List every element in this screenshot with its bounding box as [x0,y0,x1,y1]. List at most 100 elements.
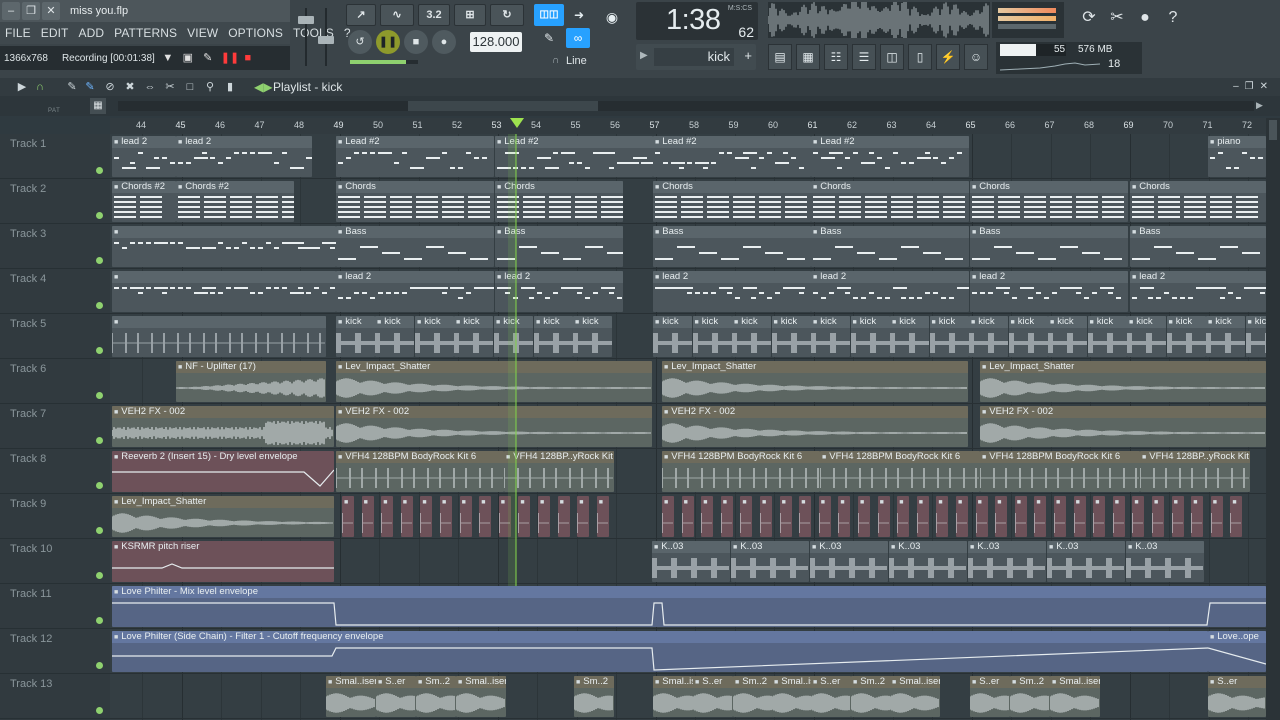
playlist-clip[interactable]: Bass [1130,226,1266,267]
undo-history-icon[interactable]: ⟳ [1076,4,1102,32]
track-header[interactable]: Track 2 [0,179,110,224]
window-controls[interactable]: –❐✕ [1233,78,1274,96]
microphone-icon[interactable]: ◉ [600,6,624,28]
track-header[interactable]: Track 8 [0,449,110,494]
playlist-clip[interactable] [440,496,452,537]
playlist-clip[interactable]: Smal..iser [456,676,506,717]
playlist-clip[interactable] [342,496,354,537]
playlist-clip[interactable] [1014,496,1027,537]
timeline-ruler[interactable]: 44 45 46 47 48 49 50 51 52 53 54 55 56 57 58 59 60 61 62 63… [110,118,1266,134]
playlist-clip[interactable] [1112,496,1125,537]
playlist-clip[interactable]: VEH2 FX - 002 [662,406,968,447]
zoom-tool-icon[interactable]: ⚲ [202,79,218,95]
track-mute-led[interactable] [96,707,103,714]
track-header[interactable]: Track 13 [0,674,110,719]
playlist-clip[interactable]: kick [336,316,375,357]
playlist-clip[interactable] [936,496,949,537]
track-mute-led[interactable] [96,347,103,354]
playlist-clip[interactable]: kick [1166,316,1206,357]
playlist-clip[interactable] [479,496,492,537]
slice-tool-icon[interactable]: ✂ [162,79,178,95]
playlist-clip[interactable]: Lead #2 [811,136,969,177]
minimize-icon[interactable]: – [2,2,20,20]
playlist-clip[interactable]: kick [811,316,850,357]
playlist-clip[interactable] [838,496,851,537]
pause-record-icon[interactable]: ❚❚ [221,51,239,65]
master-volume-slider[interactable] [298,6,314,70]
playlist-clip[interactable]: K..03 [652,541,730,582]
help-icon[interactable]: ? [1160,4,1186,32]
playlist-clip[interactable]: Reeverb 2 (Insert 15) - Dry level envelo… [112,451,334,492]
playlist-clip[interactable]: kick [929,316,969,357]
playlist-clip[interactable]: Smal..iser [1050,676,1100,717]
menu-file[interactable]: FILE [0,26,36,40]
playlist-clip[interactable]: Chords [970,181,1128,222]
playlist-clip[interactable]: lead 2 [653,271,811,312]
playlist-clip[interactable] [1210,496,1223,537]
track-header[interactable]: Track 12 [0,629,110,674]
playlist-clip[interactable]: VEH2 FX - 002 [980,406,1266,447]
track-header[interactable]: Track 1 [0,134,110,179]
pause-icon[interactable]: ❚❚ [376,30,400,54]
pattern-arrow-icon[interactable]: ▶ [640,50,648,61]
playlist-clip[interactable]: kick [573,316,612,357]
playlist-clip[interactable]: K..03 [731,541,809,582]
song-mode-arrow-icon[interactable]: ➜ [566,4,592,26]
playlist-clip[interactable]: Love Philter - Mix level envelope [112,586,1266,627]
playlist-clip[interactable]: lead 2 [970,271,1128,312]
menu-patterns[interactable]: PATTERNS [109,26,182,40]
menu-edit[interactable]: EDIT [36,26,74,40]
playlist-clip[interactable] [381,496,394,537]
playhead-marker[interactable] [510,118,524,128]
wait-for-input-icon[interactable]: ∿ [380,4,414,26]
select-tool-icon[interactable]: □ [182,79,198,95]
playback-tool-icon[interactable]: ▮ [222,79,238,95]
dropdown-icon[interactable]: ▼ [161,51,175,65]
playlist-clip[interactable] [1230,496,1243,537]
plugin-picker-icon[interactable]: ⚡ [936,44,960,70]
playlist-clip[interactable]: Lev_Impact_Shatter [662,361,968,402]
piano-roll-icon[interactable]: ▦ [796,44,820,70]
playlist-clip[interactable] [995,496,1008,537]
playlist-clip[interactable]: Sm..2 [851,676,891,717]
scroll-thumb[interactable] [408,101,598,111]
track-header[interactable]: Track 6 [0,359,110,404]
track-mute-led[interactable] [96,437,103,444]
playlist-clip[interactable]: Chords [653,181,811,222]
playlist-clip[interactable]: K..03 [968,541,1046,582]
playlist-clip[interactable] [1093,496,1106,537]
playlist-clip[interactable]: Lead #2 [336,136,494,177]
playlist-clip[interactable]: kick [771,316,811,357]
close-icon[interactable]: ✕ [42,2,60,20]
stop-icon[interactable]: ■ [404,30,428,54]
playlist-clip[interactable] [420,496,433,537]
track-header[interactable]: Track 10 [0,539,110,584]
playlist-clip[interactable]: kick [1008,316,1048,357]
playlist-clip[interactable]: Chords #2 [176,181,294,222]
browser-icon[interactable]: ◫ [880,44,904,70]
playlist-clip[interactable]: lead 2 [176,136,312,177]
playlist-clip[interactable]: Chords [1130,181,1266,222]
playlist-clip[interactable] [459,496,472,537]
playlist-clip[interactable] [1152,496,1164,537]
playlist-grid[interactable]: lead 2lead 2Lead #2Lead #2Lead #2Lead #2… [110,134,1266,720]
playlist-clip[interactable]: Lev_Impact_Shatter [980,361,1266,402]
playlist-clip[interactable]: VFH4 128BPM BodyRock Kit 6 [980,451,1140,492]
playlist-clip[interactable]: S..er [1208,676,1266,717]
vertical-scroll-thumb[interactable] [1269,120,1277,140]
playlist-clip[interactable] [818,496,831,537]
slip-tool-icon[interactable]: ⇔ [142,79,158,95]
playlist-clip[interactable]: kick [850,316,890,357]
playlist-clip[interactable] [897,496,910,537]
playlist-clip[interactable] [112,316,326,357]
playlist-clip[interactable] [557,496,570,537]
track-mute-led[interactable] [96,527,103,534]
snap-magnet-icon[interactable]: ∩ [32,79,48,95]
playlist-clip[interactable] [1073,496,1086,537]
playlist-clip[interactable]: VFH4 128BPM BodyRock Kit 6 [336,451,504,492]
playlist-clip[interactable]: Bass [970,226,1128,267]
playlist-clip[interactable]: S..er [811,676,851,717]
playlist-clip[interactable]: lead 2 [1130,271,1266,312]
playlist-clip[interactable] [681,496,694,537]
track-mute-led[interactable] [96,572,103,579]
